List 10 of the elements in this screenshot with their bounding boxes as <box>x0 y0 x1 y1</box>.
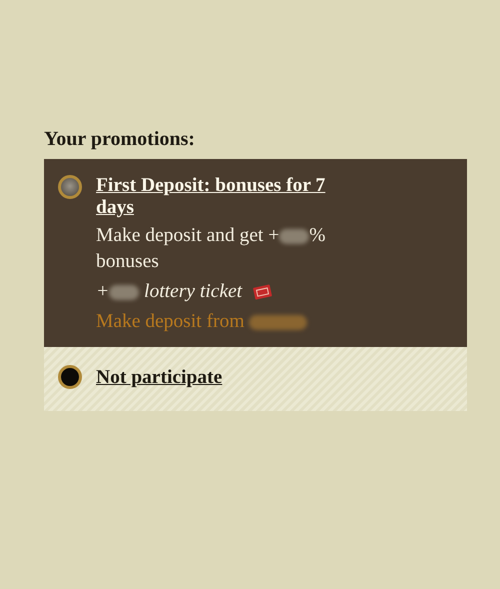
section-heading: Your promotions: <box>44 128 195 151</box>
redacted-mark <box>109 285 140 300</box>
redacted-mark <box>249 315 308 330</box>
lottery-text: + lottery ticket <box>96 280 242 304</box>
redacted-mark <box>279 229 310 244</box>
promotion-link[interactable]: First Deposit: bonuses for 7 days <box>96 175 346 219</box>
promotion-link[interactable]: Not participate <box>96 365 222 391</box>
minimum-deposit-text: Make deposit from <box>96 309 356 335</box>
radio-button[interactable] <box>58 175 82 199</box>
radio-button[interactable] <box>58 365 82 389</box>
